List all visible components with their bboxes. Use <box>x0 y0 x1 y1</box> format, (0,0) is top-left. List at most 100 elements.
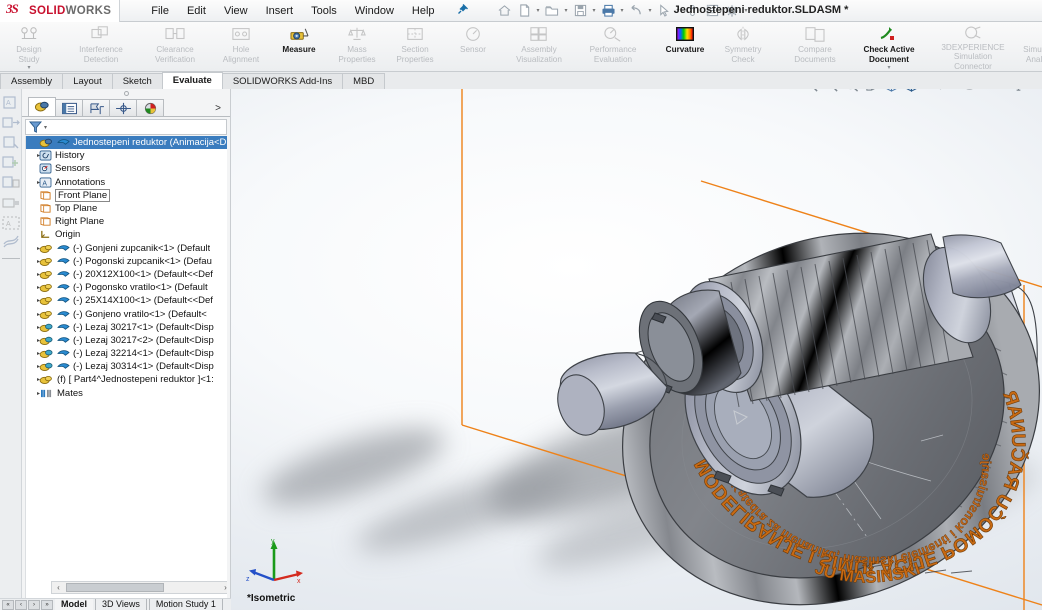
section-view-icon[interactable] <box>862 89 880 94</box>
tab-mbd[interactable]: MBD <box>342 73 386 89</box>
menu-tools[interactable]: Tools <box>302 2 346 20</box>
twisty[interactable]: ▸ <box>28 245 40 252</box>
display-manager-tab[interactable] <box>136 99 164 116</box>
measure-button[interactable]: Measure <box>270 22 328 71</box>
mass-properties-button[interactable]: Mass Properties <box>328 22 386 71</box>
feature-tree-filter-bar[interactable]: ▾ <box>25 119 227 135</box>
3dexperience-simulation-connector-button[interactable]: 3DEXPERIENCE Simulation Connector <box>932 22 1014 71</box>
feature-manager-tab-overflow[interactable]: > <box>206 103 230 116</box>
tree-row-front-plane[interactable]: Front Plane <box>26 188 227 202</box>
open-icon[interactable] <box>543 1 562 20</box>
twisty[interactable]: ▸ <box>28 376 40 383</box>
options-dropdown-arrow-icon[interactable]: ▾ <box>743 7 750 14</box>
assembly-linear-pattern-icon[interactable] <box>1 175 20 192</box>
symmetry-check-button[interactable]: Symmetry Check <box>714 22 772 71</box>
interference-detection-button[interactable]: Interference Detection <box>64 22 138 71</box>
tree-row-right-plane[interactable]: Right Plane <box>26 215 227 228</box>
menu-help[interactable]: Help <box>403 2 444 20</box>
open-dropdown-arrow-icon[interactable]: ▾ <box>563 7 570 14</box>
tree-row-history[interactable]: ▸ History <box>26 149 227 162</box>
options-gear-icon[interactable] <box>723 1 742 20</box>
dimxpert-manager-tab[interactable] <box>109 99 137 116</box>
menu-file[interactable]: File <box>142 2 178 20</box>
tree-row-part4-fixed[interactable]: ▸ (f) [ Part4^Jednostepeni reduktor ]<1: <box>26 373 227 386</box>
curvature-button[interactable]: Curvature <box>656 22 714 71</box>
nav-prev-button[interactable]: ‹ <box>15 599 27 610</box>
performance-evaluation-button[interactable]: Performance Evaluation <box>576 22 650 71</box>
doc-tab-3d-views[interactable]: 3D Views <box>95 599 147 610</box>
nav-last-button[interactable]: » <box>41 599 53 610</box>
display-style-icon[interactable] <box>902 89 920 94</box>
print-dropdown-arrow-icon[interactable]: ▾ <box>619 7 626 14</box>
tree-row-pogonski-zupcanik[interactable]: ▸ (-) Pogonski zupcanik<1> (Defau <box>26 255 227 268</box>
twisty[interactable]: ▸ <box>28 350 40 357</box>
rebuild-icon[interactable] <box>683 1 702 20</box>
assembly-move-component-icon[interactable] <box>1 115 20 132</box>
tab-sketch[interactable]: Sketch <box>111 73 163 89</box>
file-properties-icon[interactable] <box>703 1 722 20</box>
clearance-verification-button[interactable]: Clearance Verification <box>138 22 212 71</box>
assembly-insert-components-icon[interactable]: A <box>2 95 20 112</box>
tree-row-root-assembly[interactable]: Jednostepeni reduktor (Animacija<D <box>26 136 227 150</box>
tree-row-mates[interactable]: ▸ Mates <box>26 387 227 400</box>
menu-edit[interactable]: Edit <box>178 2 215 20</box>
design-study-button[interactable]: Design Study ▾ <box>0 22 58 71</box>
assembly-new-part-icon[interactable] <box>1 155 20 172</box>
tree-row-sensors[interactable]: Sensors <box>26 162 227 175</box>
twisty[interactable]: ▸ <box>28 179 40 186</box>
undo-icon[interactable] <box>627 1 646 20</box>
sensor-button[interactable]: Sensor <box>444 22 502 71</box>
twisty[interactable]: ▸ <box>28 258 40 265</box>
view-orientation-icon[interactable] <box>882 89 900 94</box>
tab-evaluate[interactable]: Evaluate <box>161 72 223 89</box>
doc-tab-model[interactable]: Model <box>55 599 93 610</box>
hide-show-items-icon[interactable] <box>931 89 949 94</box>
feature-tree[interactable]: Jednostepeni reduktor (Animacija<D ▸ His… <box>25 136 227 606</box>
tree-row-key-20x12x100[interactable]: ▸ (-) 20X12X100<1> (Default<<Def <box>26 268 227 281</box>
tree-row-annotations[interactable]: ▸ A Annotations <box>26 176 227 189</box>
tree-row-top-plane[interactable]: Top Plane <box>26 202 227 215</box>
doc-tab-motion-study-1[interactable]: Motion Study 1 <box>148 599 223 610</box>
scrollbar-thumb[interactable] <box>66 583 164 592</box>
twisty[interactable]: ▸ <box>28 311 40 318</box>
menu-window[interactable]: Window <box>346 2 403 20</box>
compare-documents-button[interactable]: Compare Documents <box>778 22 852 71</box>
save-dropdown-arrow-icon[interactable]: ▾ <box>591 7 598 14</box>
save-icon[interactable] <box>571 1 590 20</box>
menu-view[interactable]: View <box>215 2 257 20</box>
twisty[interactable]: ▸ <box>28 271 40 278</box>
previous-view-icon[interactable] <box>842 89 860 94</box>
edit-appearance-icon[interactable] <box>960 89 978 94</box>
assembly-bill-of-materials-icon[interactable] <box>2 235 20 252</box>
nav-next-button[interactable]: › <box>28 599 40 610</box>
assembly-mate-icon[interactable] <box>2 135 20 152</box>
feature-manager-tab[interactable] <box>28 97 56 116</box>
select-dropdown-arrow-icon[interactable]: ▾ <box>675 7 682 14</box>
tree-row-lezaj-30217-2[interactable]: ▸ (-) Lezaj 30217<2> (Default<Disp <box>26 334 227 347</box>
home-icon[interactable] <box>495 1 514 20</box>
tab-assembly[interactable]: Assembly <box>0 73 64 89</box>
assembly-smart-fasteners-icon[interactable] <box>1 195 20 212</box>
twisty[interactable]: ▸ <box>28 297 40 304</box>
scroll-left-arrow-icon[interactable]: ‹ <box>52 583 65 592</box>
pushpin-icon[interactable] <box>456 3 469 19</box>
tree-row-gonjeno-vratilo[interactable]: ▸ (-) Gonjeno vratilo<1> (Default< <box>26 307 227 320</box>
check-active-document-dropdown-arrow-icon[interactable]: ▾ <box>887 65 890 71</box>
undo-dropdown-arrow-icon[interactable]: ▾ <box>647 7 654 14</box>
twisty[interactable]: ▸ <box>28 324 40 331</box>
apply-scene-icon[interactable] <box>980 89 998 94</box>
tree-row-gonjeni-zupcanik[interactable]: ▸ (-) Gonjeni zupcanik<1> (Default <box>26 242 227 255</box>
select-icon[interactable] <box>655 1 674 20</box>
assembly-visualization-button[interactable]: Assembly Visualization <box>502 22 576 71</box>
print-icon[interactable] <box>599 1 618 20</box>
tree-row-key-25x14x100[interactable]: ▸ (-) 25X14X100<1> (Default<<Def <box>26 294 227 307</box>
filter-dropdown-arrow-icon[interactable]: ▾ <box>44 124 47 131</box>
shaft-mid-section[interactable] <box>942 234 1022 299</box>
property-manager-tab[interactable] <box>55 99 83 116</box>
hole-alignment-button[interactable]: Hole Alignment <box>212 22 270 71</box>
solidworks-logo[interactable]: 3S SOLIDWORKS <box>0 0 121 22</box>
nav-first-button[interactable]: « <box>2 599 14 610</box>
graphics-viewport[interactable]: ▾ ▾ ▾ ▾ <box>231 89 1042 610</box>
design-study-dropdown-arrow-icon[interactable]: ▾ <box>27 65 30 71</box>
check-active-document-button[interactable]: Check Active Document ▾ <box>852 22 926 71</box>
